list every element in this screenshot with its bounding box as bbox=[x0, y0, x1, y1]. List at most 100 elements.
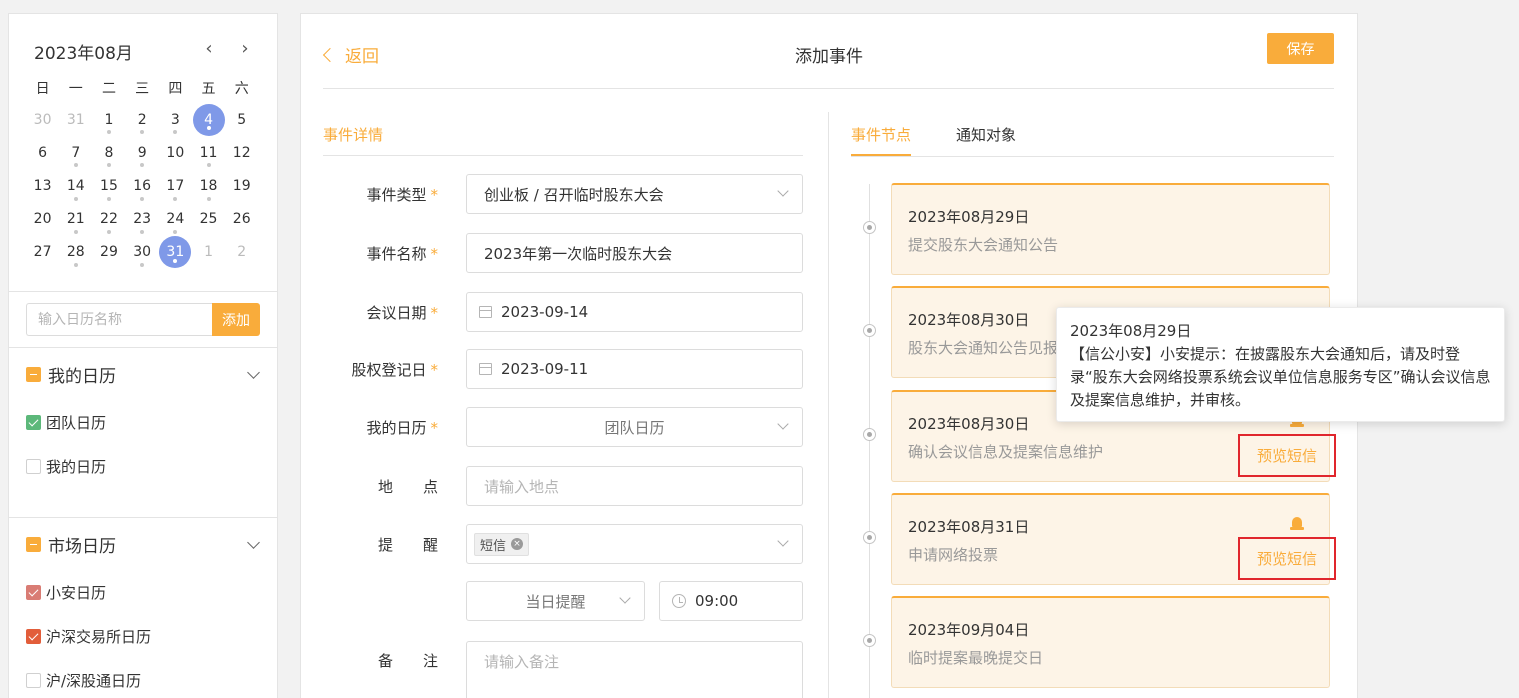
preview-sms-button[interactable]: 预览短信 bbox=[1238, 433, 1336, 477]
timeline-dot bbox=[863, 221, 876, 234]
location-input[interactable]: 请输入地点 bbox=[466, 466, 803, 506]
calendar-day[interactable]: 17 bbox=[159, 169, 192, 202]
day-number: 20 bbox=[33, 211, 52, 228]
calendar-day[interactable]: 29 bbox=[92, 236, 125, 269]
calendar-day[interactable]: 26 bbox=[225, 203, 258, 236]
meeting-date-picker[interactable]: 2023-09-14 bbox=[466, 292, 803, 332]
calendar-day[interactable]: 30 bbox=[26, 103, 59, 136]
bell-icon bbox=[1290, 516, 1304, 531]
reminder-tag[interactable]: 短信 × bbox=[474, 532, 530, 556]
tab-notify-targets[interactable]: 通知对象 bbox=[956, 124, 1016, 156]
chevron-down-icon[interactable] bbox=[247, 537, 261, 551]
calendar-day[interactable]: 12 bbox=[225, 136, 258, 169]
checkbox-checked-icon[interactable] bbox=[26, 415, 41, 430]
calendar-day[interactable]: 13 bbox=[26, 169, 59, 202]
checkbox-icon[interactable] bbox=[26, 673, 41, 688]
my-calendars-header[interactable]: 我的日历 bbox=[26, 362, 261, 387]
save-button[interactable]: 保存 bbox=[1267, 33, 1334, 64]
calendar-day[interactable]: 1 bbox=[92, 103, 125, 136]
calendar-day[interactable]: 24 bbox=[159, 203, 192, 236]
calendar-day[interactable]: 1 bbox=[192, 236, 225, 269]
timeline-card[interactable]: 2023年09月04日 临时提案最晚提交日 bbox=[891, 596, 1330, 689]
calendar-checkbox-item[interactable]: 小安日历 bbox=[26, 582, 106, 603]
calendar-day[interactable]: 23 bbox=[126, 203, 159, 236]
node-title: 确认会议信息及提案信息维护 bbox=[908, 442, 1104, 461]
chevron-left-icon[interactable]: ‹ bbox=[199, 39, 219, 59]
weekday-header: 三 bbox=[135, 81, 150, 97]
preview-sms-button[interactable]: 预览短信 bbox=[1238, 536, 1336, 580]
calendar-day[interactable]: 14 bbox=[59, 169, 92, 202]
event-dot bbox=[206, 163, 211, 168]
day-number: 4 bbox=[192, 103, 225, 136]
label-event-name: 事件名称 * bbox=[366, 245, 438, 263]
calendar-day[interactable]: 18 bbox=[192, 169, 225, 202]
tooltip-date: 2023年08月29日 bbox=[1070, 322, 1192, 340]
calendar-day[interactable]: 11 bbox=[192, 136, 225, 169]
checkbox-checked-icon[interactable] bbox=[26, 585, 41, 600]
event-name-value: 2023年第一次临时股东大会 bbox=[484, 244, 673, 263]
event-name-input[interactable]: 2023年第一次临时股东大会 bbox=[466, 233, 803, 273]
calendar-checkbox-item[interactable]: 团队日历 bbox=[26, 412, 106, 433]
calendar-name-input[interactable] bbox=[26, 303, 212, 336]
timeline-card[interactable]: 2023年08月29日 提交股东大会通知公告 bbox=[891, 183, 1330, 275]
event-dot bbox=[73, 196, 78, 201]
reminder-time-value: 09:00 bbox=[695, 592, 739, 610]
divider bbox=[9, 517, 277, 518]
reminder-type-select[interactable]: 短信 × bbox=[466, 524, 803, 564]
calendar-day[interactable]: 15 bbox=[92, 169, 125, 202]
calendar-day[interactable]: 5 bbox=[225, 103, 258, 136]
calendar-day[interactable]: 19 bbox=[225, 169, 258, 202]
label-location: 地 点 bbox=[377, 478, 438, 496]
add-calendar-button[interactable]: 添加 bbox=[212, 303, 260, 336]
event-type-select[interactable]: 创业板 / 召开临时股东大会 bbox=[466, 174, 803, 214]
reminder-time-picker[interactable]: 09:00 bbox=[659, 581, 803, 621]
calendar-day[interactable]: 16 bbox=[126, 169, 159, 202]
event-type-value: 创业板 / 召开临时股东大会 bbox=[484, 185, 664, 204]
location-placeholder: 请输入地点 bbox=[484, 477, 560, 496]
calendar-day[interactable]: 2 bbox=[126, 103, 159, 136]
market-calendars-title: 市场日历 bbox=[48, 536, 116, 557]
calendar-day[interactable]: 30 bbox=[126, 236, 159, 269]
day-number: 31 bbox=[159, 236, 192, 269]
day-number: 27 bbox=[33, 244, 52, 261]
event-dot bbox=[206, 126, 211, 131]
close-icon[interactable]: × bbox=[511, 538, 524, 550]
calendar-day[interactable]: 7 bbox=[59, 136, 92, 169]
calendar-day[interactable]: 2 bbox=[225, 236, 258, 269]
calendar-day[interactable]: 10 bbox=[159, 136, 192, 169]
calendar-day[interactable]: 28 bbox=[59, 236, 92, 269]
event-dot bbox=[73, 229, 78, 234]
calendar-month-label: 2023年08月 bbox=[34, 44, 133, 64]
market-calendars-header[interactable]: 市场日历 bbox=[26, 532, 261, 557]
calendar-day[interactable]: 21 bbox=[59, 203, 92, 236]
calendar-day[interactable]: 4 bbox=[192, 103, 225, 136]
calendar-day[interactable]: 27 bbox=[26, 236, 59, 269]
calendar-day[interactable]: 31 bbox=[59, 103, 92, 136]
record-date-picker[interactable]: 2023-09-11 bbox=[466, 349, 803, 389]
checkbox-icon[interactable] bbox=[26, 459, 41, 474]
my-calendar-select[interactable]: 团队日历 bbox=[466, 407, 803, 447]
chevron-right-icon[interactable]: › bbox=[235, 39, 255, 59]
calendar-day[interactable]: 22 bbox=[92, 203, 125, 236]
timeline-card[interactable]: 2023年08月31日 申请网络投票 预览短信 bbox=[891, 492, 1336, 585]
calendar-day[interactable]: 20 bbox=[26, 203, 59, 236]
label-event-type: 事件类型 * bbox=[366, 186, 438, 204]
timeline-dot bbox=[863, 530, 876, 544]
calendar-checkbox-item[interactable]: 我的日历 bbox=[26, 456, 106, 477]
timeline-dot bbox=[863, 634, 876, 648]
calendar-day[interactable]: 8 bbox=[92, 136, 125, 169]
tab-event-nodes[interactable]: 事件节点 bbox=[851, 124, 912, 156]
calendar-day[interactable]: 9 bbox=[126, 136, 159, 169]
calendar-checkbox-label: 沪/深股通日历 bbox=[46, 672, 142, 690]
calendar-day[interactable]: 31 bbox=[159, 236, 192, 269]
calendar-day[interactable]: 25 bbox=[192, 203, 225, 236]
reminder-day-select[interactable]: 当日提醒 bbox=[466, 581, 645, 621]
calendar-day[interactable]: 3 bbox=[159, 103, 192, 136]
note-textarea[interactable]: 请输入备注 bbox=[466, 641, 803, 698]
calendar-icon bbox=[479, 306, 492, 318]
calendar-checkbox-item[interactable]: 沪/深股通日历 bbox=[26, 670, 141, 691]
checkbox-checked-icon[interactable] bbox=[26, 629, 41, 644]
chevron-down-icon[interactable] bbox=[247, 367, 261, 381]
calendar-day[interactable]: 6 bbox=[26, 136, 59, 169]
calendar-checkbox-item[interactable]: 沪深交易所日历 bbox=[26, 626, 151, 647]
